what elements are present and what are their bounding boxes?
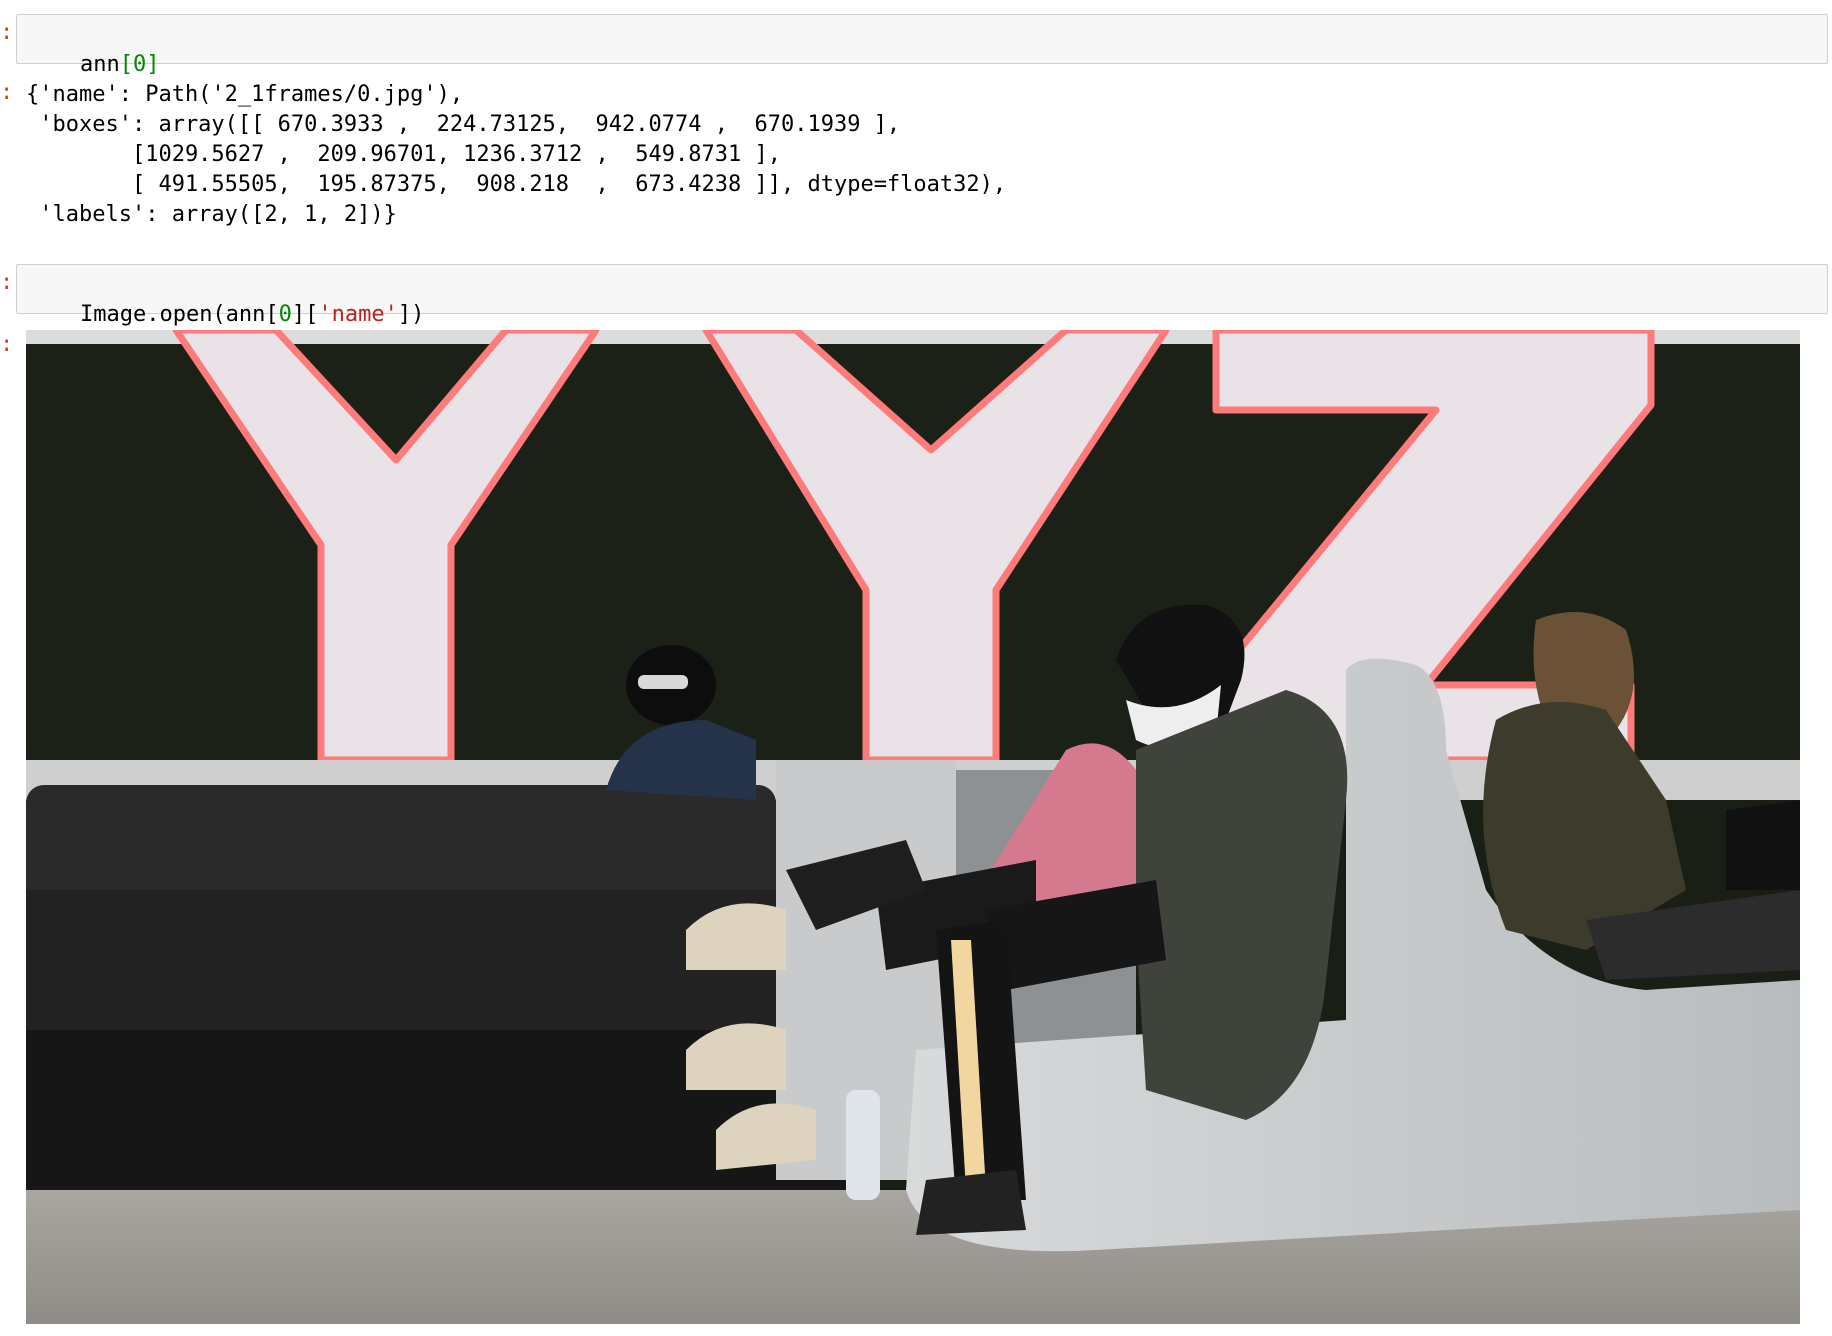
cell-1-input[interactable]: ann[0] [16,14,1828,77]
code-token: [ [119,52,133,77]
code-token: 0 [132,52,147,77]
cell-2-output-prompt: : [0,332,14,357]
code-token: ][ [291,302,319,327]
output-line: 'labels': array([2, 1, 2])} [26,202,397,227]
output-line: 'boxes': array([[ 670.3933 , 224.73125, … [26,112,901,137]
cell-1-output-prompt: : [0,80,14,105]
output-image [26,330,1800,1324]
code-token: ] [146,52,160,77]
code-token: Image.open(ann[ [79,302,279,327]
cell-2-input-prompt: : [0,270,14,295]
cell-1-output: {'name': Path('2_1frames/0.jpg'), 'boxes… [26,80,1006,230]
code-token: ]) [397,302,425,327]
output-line: [ 491.55505, 195.87375, 908.218 , 673.42… [26,172,1007,197]
output-line: {'name': Path('2_1frames/0.jpg'), [26,82,464,107]
code-token: 0 [278,302,292,327]
airport-lounge-photo [26,330,1800,1324]
output-line: [1029.5627 , 209.96701, 1236.3712 , 549.… [26,142,781,167]
code-token: 'name' [318,302,398,327]
code-token: ann [79,52,120,77]
cell-2-input[interactable]: Image.open(ann[0]['name']) [16,264,1828,327]
cell-1-input-prompt: : [0,20,14,45]
